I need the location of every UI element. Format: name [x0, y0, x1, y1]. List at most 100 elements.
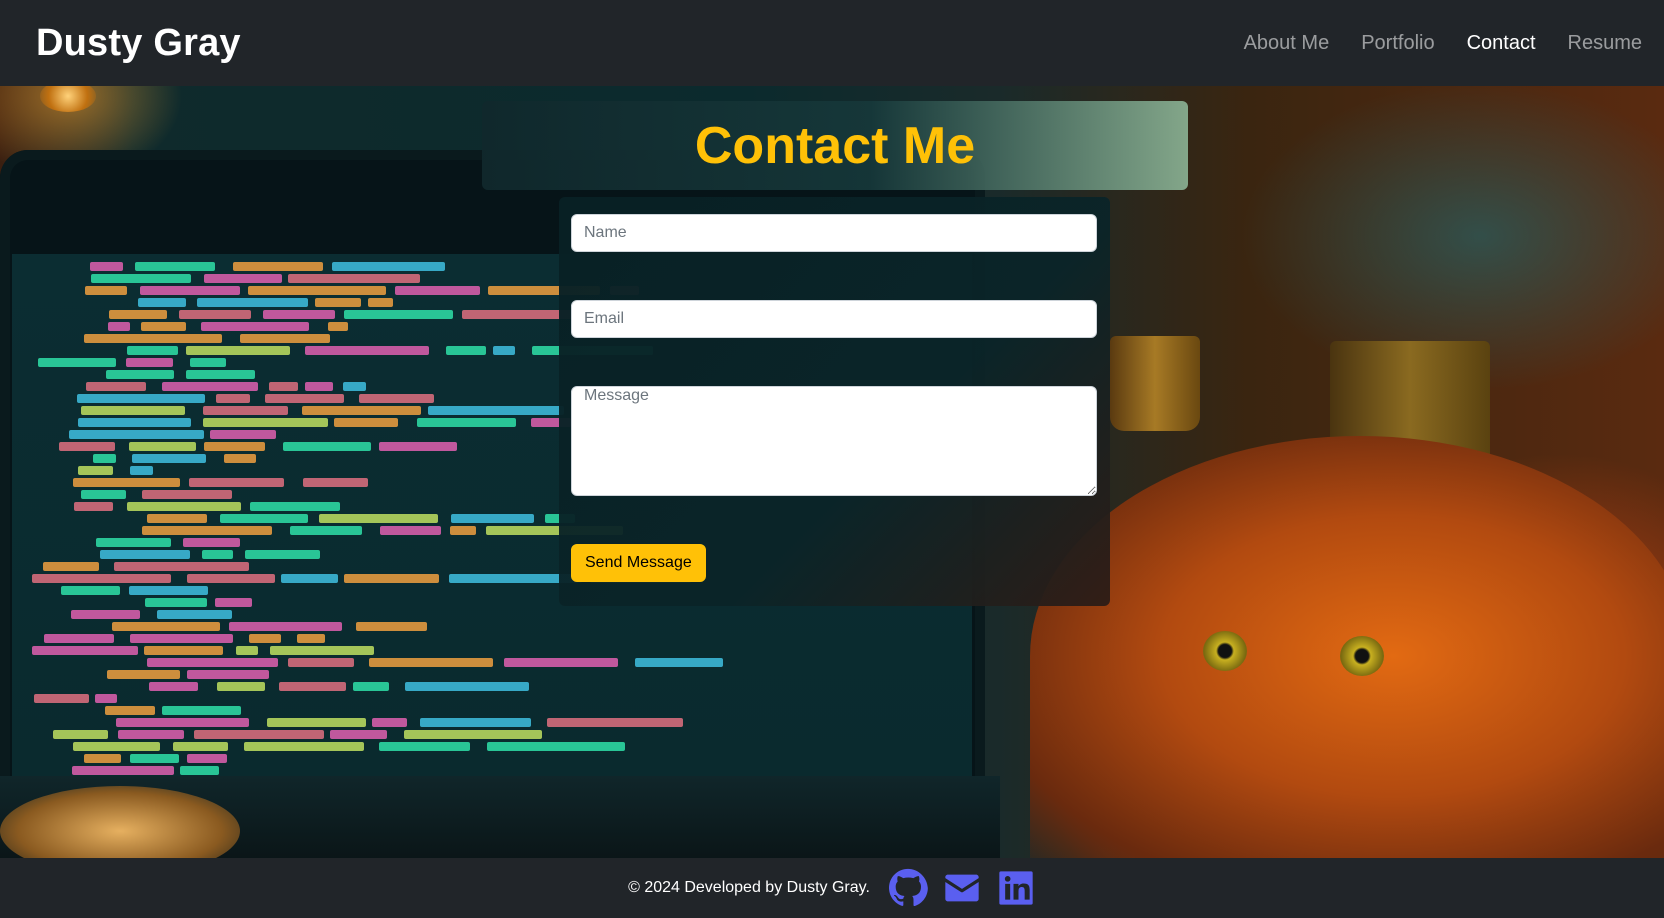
nav-portfolio[interactable]: Portfolio — [1345, 0, 1450, 86]
code-line — [451, 514, 534, 523]
code-line — [127, 502, 241, 511]
code-line — [43, 562, 99, 571]
github-icon[interactable] — [888, 868, 928, 908]
code-line — [297, 634, 325, 643]
code-line — [84, 334, 222, 343]
code-line — [142, 526, 272, 535]
code-line — [109, 310, 167, 319]
code-line — [173, 742, 228, 751]
message-textarea[interactable] — [571, 386, 1097, 496]
nav-contact[interactable]: Contact — [1451, 0, 1552, 86]
code-line — [44, 634, 114, 643]
code-line — [250, 502, 340, 511]
code-line — [302, 406, 421, 415]
code-line — [73, 742, 160, 751]
code-line — [147, 514, 207, 523]
code-line — [189, 478, 284, 487]
code-line — [210, 430, 276, 439]
code-line — [74, 502, 113, 511]
code-line — [32, 646, 138, 655]
code-line — [38, 358, 116, 367]
code-line — [144, 646, 223, 655]
contact-header: Contact Me — [482, 101, 1188, 190]
code-line — [353, 682, 389, 691]
code-line — [190, 358, 226, 367]
name-input[interactable] — [571, 214, 1097, 252]
code-line — [290, 526, 362, 535]
code-line — [319, 514, 438, 523]
nav-about-me[interactable]: About Me — [1228, 0, 1346, 86]
code-line — [379, 742, 470, 751]
code-line — [135, 262, 215, 271]
envelope-icon[interactable] — [942, 868, 982, 908]
code-line — [129, 586, 208, 595]
code-line — [417, 418, 516, 427]
code-line — [187, 670, 269, 679]
code-line — [493, 346, 515, 355]
code-line — [267, 718, 366, 727]
code-line — [281, 574, 338, 583]
email-input[interactable] — [571, 300, 1097, 338]
navbar: Dusty Gray About Me Portfolio Contact Re… — [0, 0, 1664, 86]
code-line — [72, 766, 174, 775]
code-line — [215, 598, 252, 607]
code-line — [141, 322, 186, 331]
code-line — [78, 466, 113, 475]
code-line — [202, 550, 233, 559]
code-line — [368, 298, 393, 307]
code-line — [369, 658, 493, 667]
code-line — [114, 562, 249, 571]
code-line — [332, 262, 445, 271]
code-line — [405, 682, 529, 691]
code-line — [59, 442, 115, 451]
code-line — [379, 442, 457, 451]
code-line — [269, 382, 298, 391]
code-line — [145, 598, 207, 607]
code-line — [420, 718, 531, 727]
code-line — [147, 658, 278, 667]
code-line — [162, 706, 241, 715]
code-line — [236, 646, 258, 655]
code-line — [127, 346, 178, 355]
code-line — [126, 358, 173, 367]
code-line — [129, 442, 196, 451]
code-line — [245, 550, 320, 559]
code-line — [132, 454, 206, 463]
code-line — [201, 322, 309, 331]
code-line — [90, 262, 123, 271]
send-message-button[interactable]: Send Message — [571, 544, 706, 582]
code-line — [217, 682, 265, 691]
code-line — [116, 718, 249, 727]
code-line — [107, 670, 180, 679]
nav-links: About Me Portfolio Contact Resume — [1228, 0, 1642, 86]
code-line — [108, 322, 130, 331]
code-line — [112, 622, 220, 631]
code-line — [179, 310, 251, 319]
code-line — [248, 286, 386, 295]
footer: © 2024 Developed by Dusty Gray. — [0, 858, 1664, 918]
code-line — [229, 622, 342, 631]
code-line — [194, 730, 324, 739]
contact-form: Send Message — [559, 197, 1110, 606]
code-line — [95, 694, 117, 703]
mug-illustration — [1110, 336, 1200, 431]
code-line — [93, 454, 116, 463]
brand-logo[interactable]: Dusty Gray — [36, 22, 241, 65]
code-line — [303, 478, 368, 487]
code-line — [404, 730, 542, 739]
code-line — [344, 574, 439, 583]
code-line — [265, 394, 344, 403]
code-line — [71, 610, 140, 619]
code-line — [263, 310, 335, 319]
code-line — [105, 706, 155, 715]
code-line — [183, 538, 240, 547]
linkedin-icon[interactable] — [996, 868, 1036, 908]
code-line — [138, 298, 186, 307]
code-line — [216, 394, 250, 403]
code-line — [186, 346, 290, 355]
code-line — [204, 274, 282, 283]
code-line — [330, 730, 387, 739]
nav-resume[interactable]: Resume — [1552, 0, 1642, 86]
code-line — [162, 382, 258, 391]
code-line — [462, 310, 573, 319]
